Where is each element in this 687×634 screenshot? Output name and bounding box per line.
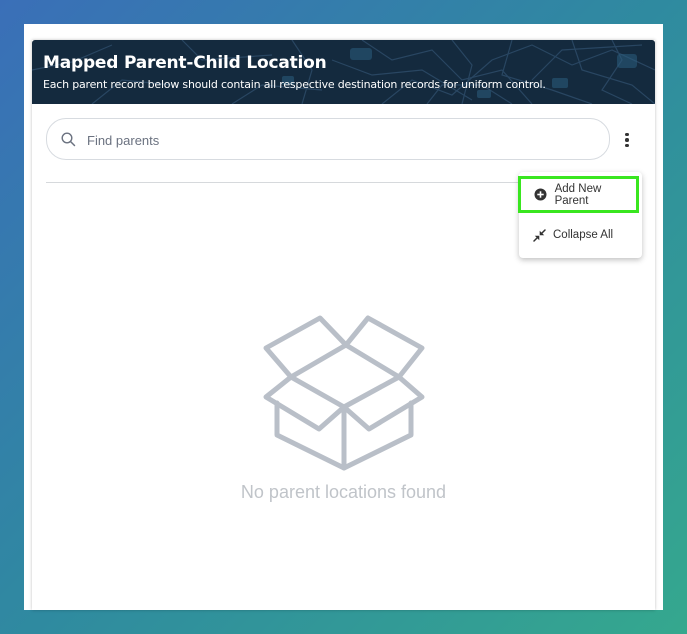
collapse-arrows-icon <box>532 228 546 242</box>
empty-state-message: No parent locations found <box>240 482 447 502</box>
search-bar[interactable] <box>46 118 610 160</box>
more-options-icon[interactable] <box>618 130 636 150</box>
menu-item-label: Add New Parent <box>554 182 602 207</box>
header-banner: Mapped Parent-Child Location Each parent… <box>32 40 655 104</box>
options-menu: Add New Parent Collapse All <box>518 172 642 258</box>
app-window: Mapped Parent-Child Location Each parent… <box>24 24 663 610</box>
page-subtitle: Each parent record below should contain … <box>43 78 546 91</box>
open-box-icon <box>263 315 425 478</box>
menu-item-add-new-parent[interactable]: Add New Parent <box>518 176 639 213</box>
search-input[interactable] <box>85 127 589 153</box>
menu-item-label: Collapse All <box>553 229 614 241</box>
menu-item-collapse-all[interactable]: Collapse All <box>519 217 642 253</box>
page-title: Mapped Parent-Child Location <box>43 53 327 73</box>
mapped-locations-panel: Mapped Parent-Child Location Each parent… <box>32 40 655 610</box>
plus-circle-icon <box>534 188 548 202</box>
search-icon <box>61 132 76 147</box>
